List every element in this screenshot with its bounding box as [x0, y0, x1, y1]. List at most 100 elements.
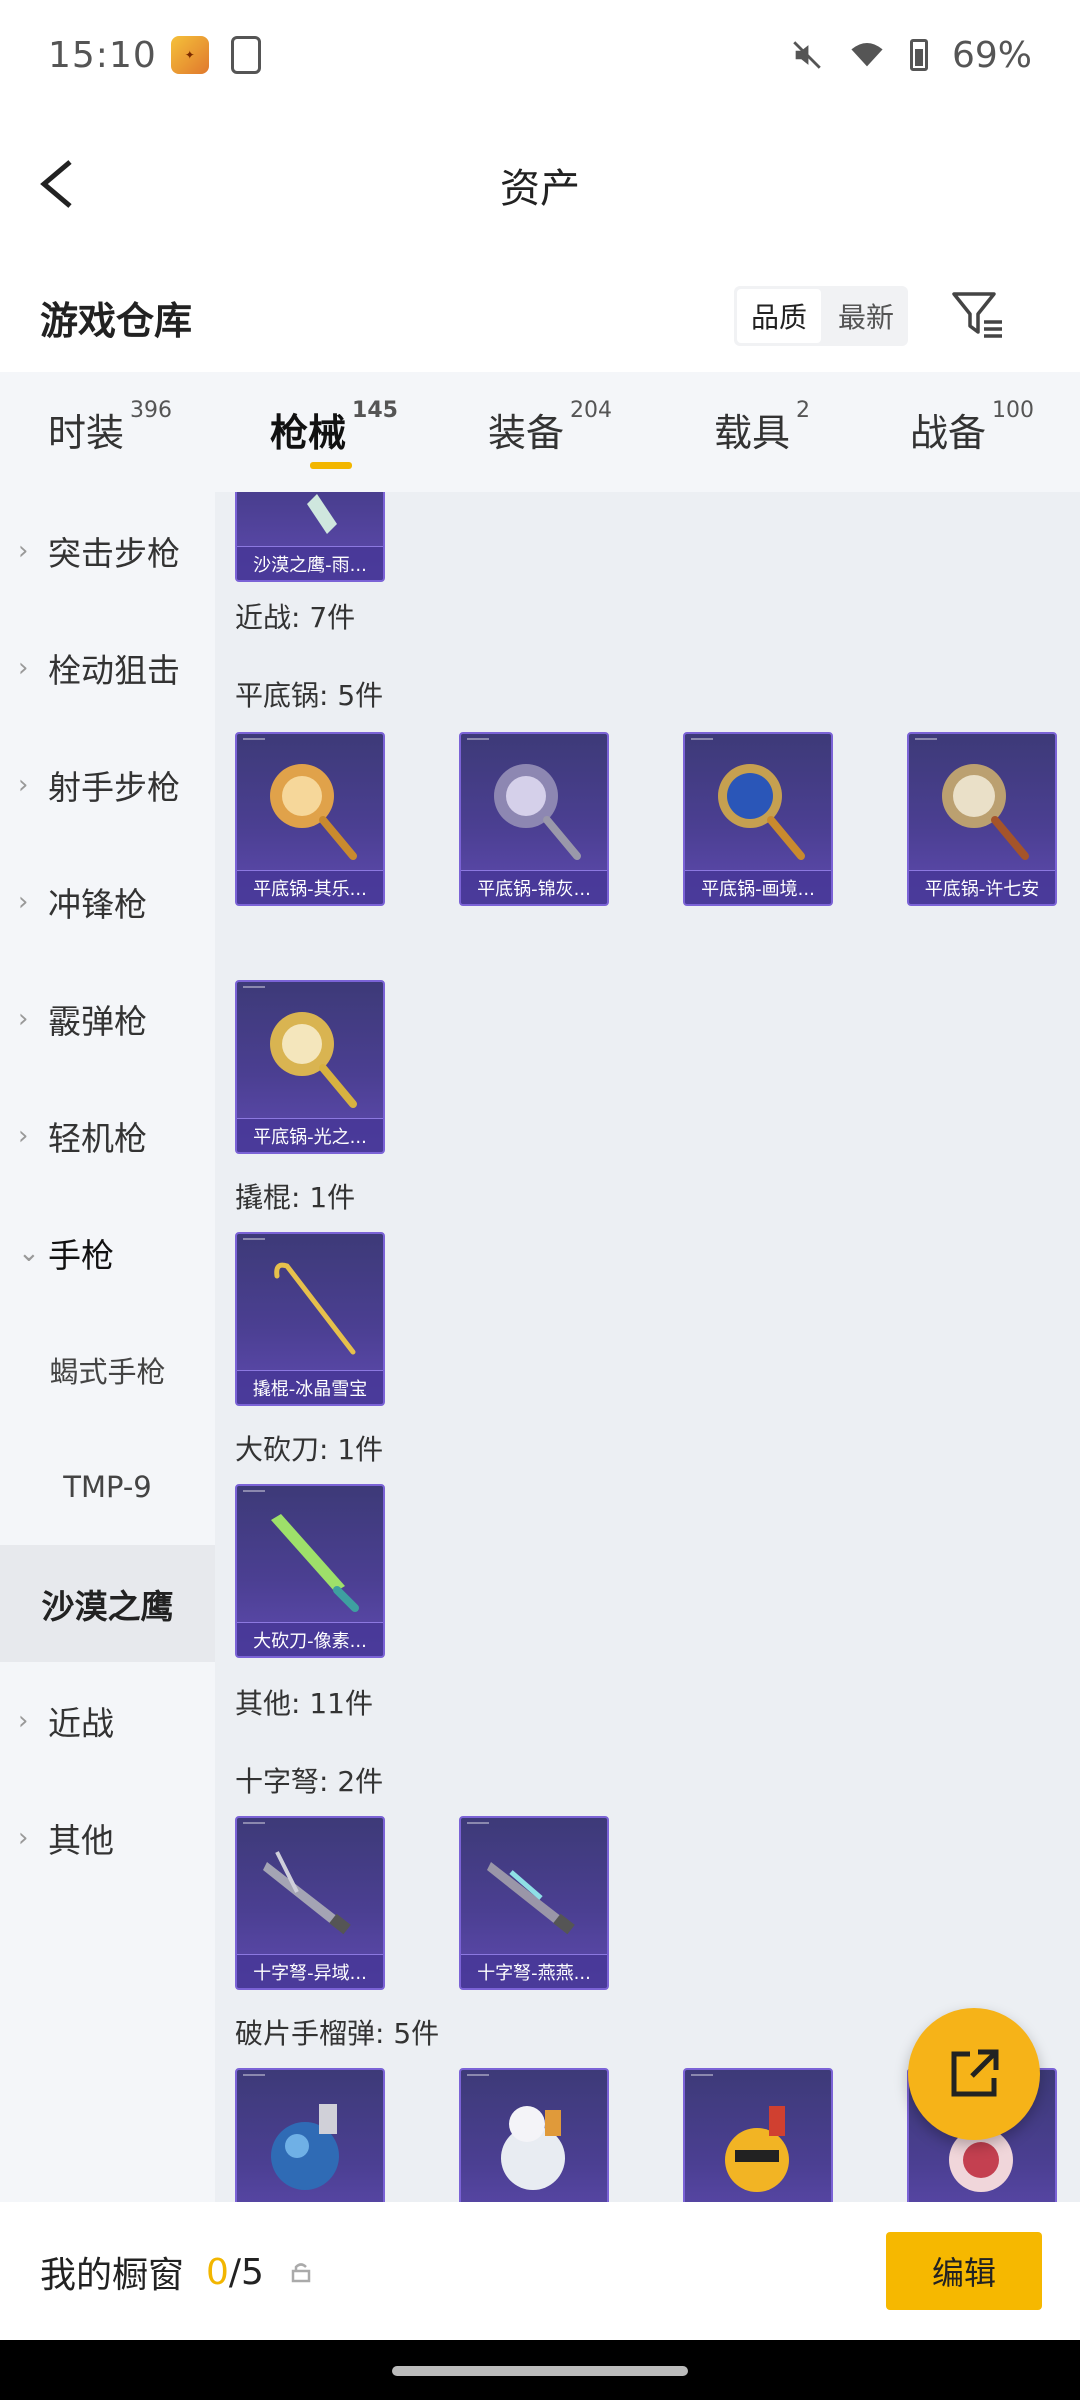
item-card[interactable]	[683, 2068, 833, 2202]
card-corner-mark	[243, 1238, 265, 1240]
card-corner-mark	[243, 1822, 265, 1824]
active-tab-indicator	[310, 462, 352, 469]
crossbow-icon	[487, 1862, 575, 1935]
desert-eagle-skin-icon	[307, 494, 337, 534]
section-crowbar: 撬棍: 1件	[235, 1181, 356, 1214]
card-corner-mark	[243, 986, 265, 988]
back-arrow-icon[interactable]	[30, 154, 90, 214]
status-bar: 15:10 ✦ 69%	[0, 0, 1080, 110]
showcase-count-total: /5	[228, 2251, 264, 2293]
wifi-icon	[851, 42, 883, 67]
item-card-label: 十字弩-燕燕...	[461, 1954, 607, 1988]
sidebar-item-label: 射手步枪	[48, 767, 180, 807]
mute-icon	[793, 41, 821, 69]
sidebar-item-label: 轻机枪	[48, 1118, 147, 1158]
chevron-right-icon: ›	[18, 535, 29, 566]
tab-label: 枪械	[270, 411, 347, 455]
pan-icon	[270, 764, 357, 860]
item-card[interactable]: 沙漠之鹰-雨...	[235, 492, 385, 582]
tab-equipment[interactable]: 装备 204	[488, 398, 612, 457]
home-gesture-bar[interactable]	[392, 2366, 688, 2376]
showcase-bar: 我的橱窗 0/5 编辑	[0, 2204, 1080, 2340]
card-corner-mark	[467, 738, 489, 740]
warehouse-title: 游戏仓库	[40, 298, 193, 343]
edit-button[interactable]: 编辑	[886, 2232, 1042, 2310]
share-external-icon	[951, 2049, 999, 2097]
item-card[interactable]	[459, 2068, 609, 2202]
sidebar-item-bolt-sniper[interactable]: › 栓动狙击	[0, 609, 215, 726]
top-bar: 资产	[0, 110, 1080, 260]
item-card-label: 平底锅-许七安	[909, 870, 1055, 904]
rotate-icon	[230, 36, 261, 74]
lock-icon	[291, 2263, 311, 2283]
grenade-icon	[725, 2106, 789, 2192]
tab-tactical[interactable]: 战备 100	[910, 398, 1034, 457]
item-card[interactable]: 十字弩-异域...	[235, 1816, 385, 1990]
item-card[interactable]: 平底锅-光之...	[235, 980, 385, 1154]
sidebar-subitem-desert-eagle[interactable]: 沙漠之鹰	[0, 1545, 215, 1662]
share-button[interactable]	[908, 2008, 1040, 2140]
status-time: 15:10	[48, 34, 157, 76]
card-corner-mark	[243, 1490, 265, 1492]
battery-icon	[909, 39, 928, 71]
item-card[interactable]: 平底锅-锦灰...	[459, 732, 609, 906]
sidebar-item-other[interactable]: › 其他	[0, 1779, 215, 1896]
chevron-right-icon: ›	[18, 1120, 29, 1151]
sidebar-item-label: 突击步枪	[48, 533, 180, 573]
showcase-count-current: 0	[206, 2251, 229, 2293]
sort-quality[interactable]: 品质	[737, 289, 821, 343]
filter-icon[interactable]	[950, 284, 1006, 344]
section-machete: 大砍刀: 1件	[235, 1433, 384, 1466]
sidebar-item-label: 栓动狙击	[48, 650, 180, 690]
battery-level: 69%	[951, 34, 1032, 76]
item-card[interactable]: 撬棍-冰晶雪宝	[235, 1232, 385, 1406]
sidebar-item-label: 近战	[48, 1703, 114, 1743]
card-corner-mark	[915, 738, 937, 740]
grenade-icon	[501, 2106, 565, 2190]
tab-guns[interactable]: 枪械 145	[270, 398, 398, 457]
item-card[interactable]: 平底锅-许七安	[907, 732, 1057, 906]
card-corner-mark	[243, 2074, 265, 2076]
sidebar-item-label: 冲锋枪	[48, 884, 147, 924]
item-card[interactable]: 平底锅-其乐...	[235, 732, 385, 906]
system-nav-bar	[0, 2340, 1080, 2400]
sidebar-subitem-tmp9[interactable]: TMP-9	[0, 1428, 215, 1545]
item-card[interactable]	[235, 2068, 385, 2202]
item-card[interactable]: 大砍刀-像素...	[235, 1484, 385, 1658]
chevron-right-icon: ›	[18, 652, 29, 683]
chevron-right-icon: ›	[18, 1003, 29, 1034]
sidebar-item-pistol[interactable]: ⌄ 手枪	[0, 1194, 215, 1311]
sidebar-subitem-skorpion[interactable]: 蝎式手枪	[0, 1311, 215, 1428]
tab-count: 204	[570, 398, 613, 423]
chevron-right-icon: ›	[18, 1705, 29, 1736]
showcase-label: 我的橱窗	[40, 2255, 185, 2296]
sort-newest[interactable]: 最新	[824, 286, 908, 346]
tab-label: 装备	[488, 411, 565, 455]
sidebar: › 突击步枪 › 栓动狙击 › 射手步枪 › 冲锋枪 › 霰弹枪 › 轻机枪 ⌄ 手枪 蝎式手…	[0, 492, 215, 2202]
sidebar-item-assault-rifle[interactable]: › 突击步枪	[0, 492, 215, 609]
sort-toggle: 品质 最新	[734, 286, 908, 346]
item-card[interactable]: 十字弩-燕燕...	[459, 1816, 609, 1990]
tab-fashion[interactable]: 时装 396	[48, 398, 172, 457]
sidebar-item-label: 手枪	[48, 1235, 114, 1275]
item-card[interactable]: 平底锅-画境...	[683, 732, 833, 906]
sidebar-item-marksman[interactable]: › 射手步枪	[0, 726, 215, 843]
sidebar-item-melee[interactable]: › 近战	[0, 1662, 215, 1779]
item-card-label: 十字弩-异域...	[237, 1954, 383, 1988]
warehouse-header: 游戏仓库 品质 最新	[0, 262, 1080, 372]
showcase-count: 0/5	[206, 2252, 264, 2293]
tab-vehicles[interactable]: 载具 2	[714, 398, 810, 457]
section-melee: 近战: 7件	[235, 601, 356, 634]
card-corner-mark	[691, 738, 713, 740]
sidebar-item-smg[interactable]: › 冲锋枪	[0, 843, 215, 960]
item-card-label: 平底锅-光之...	[237, 1118, 383, 1152]
sidebar-item-shotgun[interactable]: › 霰弹枪	[0, 960, 215, 1077]
tab-count: 396	[130, 398, 173, 423]
sidebar-item-lmg[interactable]: › 轻机枪	[0, 1077, 215, 1194]
pan-icon	[718, 764, 805, 860]
chevron-right-icon: ›	[18, 1822, 29, 1853]
tab-count: 2	[796, 398, 811, 423]
tab-label: 战备	[910, 411, 987, 455]
crowbar-icon	[274, 1262, 356, 1355]
card-corner-mark	[467, 1822, 489, 1824]
